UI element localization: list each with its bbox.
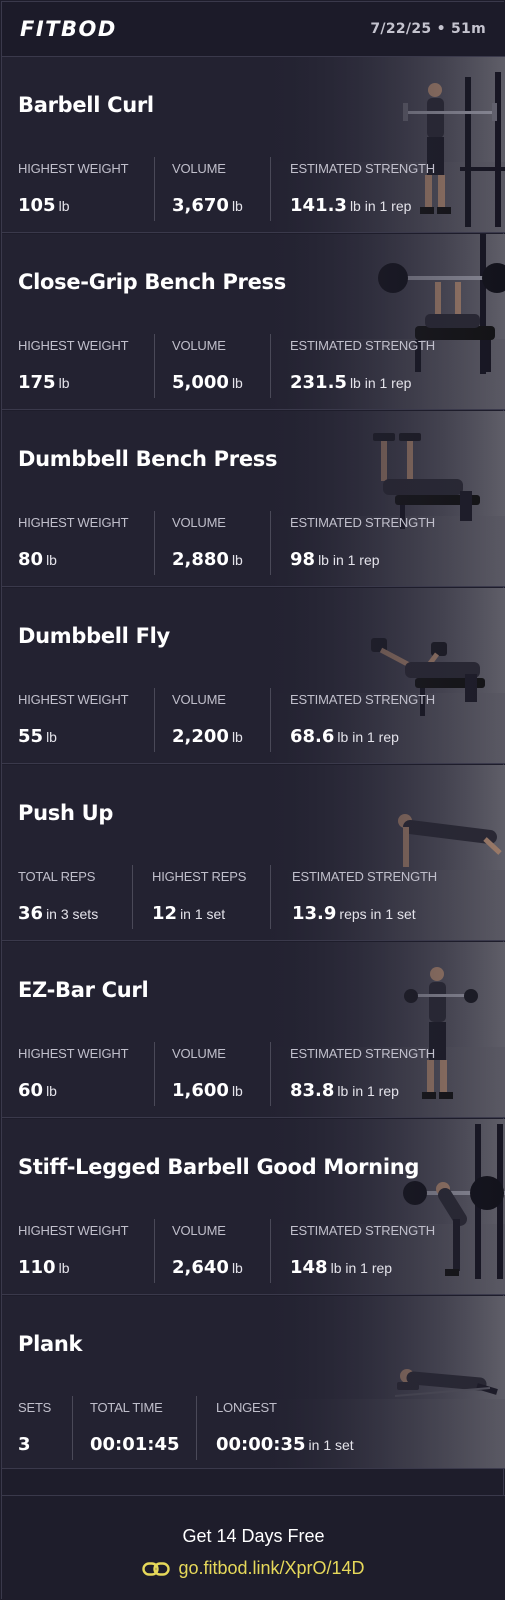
stat-value: 2,880 lb bbox=[172, 549, 243, 570]
workout-summary: FITBOD 7/22/25 • 51m Barbell Curl HIGHES… bbox=[1, 1, 505, 1600]
stat-label: TOTAL REPS bbox=[18, 869, 96, 884]
header: FITBOD 7/22/25 • 51m bbox=[2, 2, 505, 57]
stat-value: 231.5 lb in 1 rep bbox=[290, 372, 412, 393]
stat-value: 12 in 1 set bbox=[152, 903, 226, 924]
stat-label: ESTIMATED STRENGTH bbox=[290, 515, 435, 530]
link-icon bbox=[142, 1562, 171, 1576]
exercise-title: Dumbbell Bench Press bbox=[18, 447, 278, 471]
exercise-title: Close-Grip Bench Press bbox=[18, 270, 286, 294]
stat-label: ESTIMATED STRENGTH bbox=[290, 161, 435, 176]
referral-link-text[interactable]: go.fitbod.link/XprO/14D bbox=[178, 1558, 364, 1578]
exercise-card-plank[interactable]: Plank SETS 3 TOTAL TIME 00:01:45 LONGEST… bbox=[2, 1296, 505, 1469]
divider bbox=[270, 688, 271, 752]
divider bbox=[270, 511, 271, 575]
divider bbox=[196, 1396, 197, 1460]
exercise-title: Barbell Curl bbox=[18, 93, 154, 117]
stat-label: ESTIMATED STRENGTH bbox=[290, 1046, 435, 1061]
stat-label: VOLUME bbox=[172, 515, 226, 530]
stat-label: VOLUME bbox=[172, 1046, 226, 1061]
stat-value: 2,640 lb bbox=[172, 1257, 243, 1278]
exercise-title: EZ-Bar Curl bbox=[18, 978, 149, 1002]
stat-value: 3,670 lb bbox=[172, 195, 243, 216]
stat-label: HIGHEST WEIGHT bbox=[18, 1223, 129, 1238]
exercise-card-push-up[interactable]: Push Up TOTAL REPS 36 in 3 sets HIGHEST R… bbox=[2, 765, 505, 941]
stat-label: HIGHEST WEIGHT bbox=[18, 692, 129, 707]
stat-value: 5,000 lb bbox=[172, 372, 243, 393]
stat-value: 2,200 lb bbox=[172, 726, 243, 747]
workout-date-duration: 7/22/25 • 51m bbox=[370, 21, 486, 37]
stat-label: VOLUME bbox=[172, 692, 226, 707]
divider bbox=[132, 865, 133, 929]
stat-value: 98 lb in 1 rep bbox=[290, 549, 380, 570]
stat-label: HIGHEST WEIGHT bbox=[18, 161, 129, 176]
exercise-title: Plank bbox=[18, 1332, 83, 1356]
stat-value: 141.3 lb in 1 rep bbox=[290, 195, 412, 216]
exercise-title: Stiff-Legged Barbell Good Morning bbox=[18, 1155, 420, 1179]
stat-label: SETS bbox=[18, 1400, 52, 1415]
stat-label: VOLUME bbox=[172, 338, 226, 353]
stat-value: 110 lb bbox=[18, 1257, 70, 1278]
stat-value: 68.6 lb in 1 rep bbox=[290, 726, 399, 747]
exercise-card-ez-bar-curl[interactable]: EZ-Bar Curl HIGHEST WEIGHT 60 lb VOLUME 1… bbox=[2, 942, 505, 1118]
exercise-card-barbell-curl[interactable]: Barbell Curl HIGHEST WEIGHT 105 lb VOLUME… bbox=[2, 57, 505, 233]
exercise-card-dumbbell-bench-press[interactable]: Dumbbell Bench Press HIGHEST WEIGHT 80 lb… bbox=[2, 411, 505, 587]
stat-value: 105 lb bbox=[18, 195, 70, 216]
divider bbox=[270, 1042, 271, 1106]
exercise-card-good-morning[interactable]: Stiff-Legged Barbell Good Morning HIGHES… bbox=[2, 1119, 505, 1295]
stat-value: 00:00:35 in 1 set bbox=[216, 1434, 354, 1455]
divider bbox=[270, 157, 271, 221]
stat-label: VOLUME bbox=[172, 1223, 226, 1238]
divider bbox=[270, 334, 271, 398]
stat-value: 175 lb bbox=[18, 372, 70, 393]
stat-value: 36 in 3 sets bbox=[18, 903, 99, 924]
divider bbox=[154, 511, 155, 575]
divider bbox=[154, 688, 155, 752]
stat-value: 3 bbox=[18, 1434, 31, 1455]
stat-label: HIGHEST WEIGHT bbox=[18, 338, 129, 353]
fitbod-logo: FITBOD bbox=[20, 17, 117, 41]
stat-label: TOTAL TIME bbox=[90, 1400, 163, 1415]
stat-value: 55 lb bbox=[18, 726, 57, 747]
divider bbox=[154, 157, 155, 221]
referral-link[interactable]: go.fitbod.link/XprO/14D bbox=[2, 1558, 505, 1579]
stat-value: 148 lb in 1 rep bbox=[290, 1257, 393, 1278]
exercise-title: Dumbbell Fly bbox=[18, 624, 170, 648]
stat-label: LONGEST bbox=[216, 1400, 277, 1415]
exercise-title: Push Up bbox=[18, 801, 114, 825]
divider bbox=[154, 1219, 155, 1283]
divider bbox=[154, 1042, 155, 1106]
stat-label: VOLUME bbox=[172, 161, 226, 176]
divider bbox=[270, 1219, 271, 1283]
divider bbox=[72, 1396, 73, 1460]
stat-value: 60 lb bbox=[18, 1080, 57, 1101]
stat-label: HIGHEST WEIGHT bbox=[18, 1046, 129, 1061]
divider bbox=[154, 334, 155, 398]
stat-label: HIGHEST WEIGHT bbox=[18, 515, 129, 530]
stat-label: ESTIMATED STRENGTH bbox=[290, 692, 435, 707]
free-trial-text: Get 14 Days Free bbox=[182, 1526, 325, 1546]
stat-label: ESTIMATED STRENGTH bbox=[290, 1223, 435, 1238]
divider bbox=[270, 865, 271, 929]
footer: Get 14 Days Free go.fitbod.link/XprO/14D bbox=[2, 1495, 505, 1600]
stat-label: ESTIMATED STRENGTH bbox=[292, 869, 437, 884]
stat-value: 83.8 lb in 1 rep bbox=[290, 1080, 399, 1101]
stat-value: 13.9 reps in 1 set bbox=[292, 903, 416, 924]
stat-value: 00:01:45 bbox=[90, 1434, 180, 1455]
stat-label: HIGHEST REPS bbox=[152, 869, 247, 884]
stat-value: 1,600 lb bbox=[172, 1080, 243, 1101]
stat-value: 80 lb bbox=[18, 549, 57, 570]
stat-label: ESTIMATED STRENGTH bbox=[290, 338, 435, 353]
exercise-card-close-grip-bench-press[interactable]: Close-Grip Bench Press HIGHEST WEIGHT 17… bbox=[2, 234, 505, 410]
exercise-card-dumbbell-fly[interactable]: Dumbbell Fly HIGHEST WEIGHT 55 lb VOLUME … bbox=[2, 588, 505, 764]
